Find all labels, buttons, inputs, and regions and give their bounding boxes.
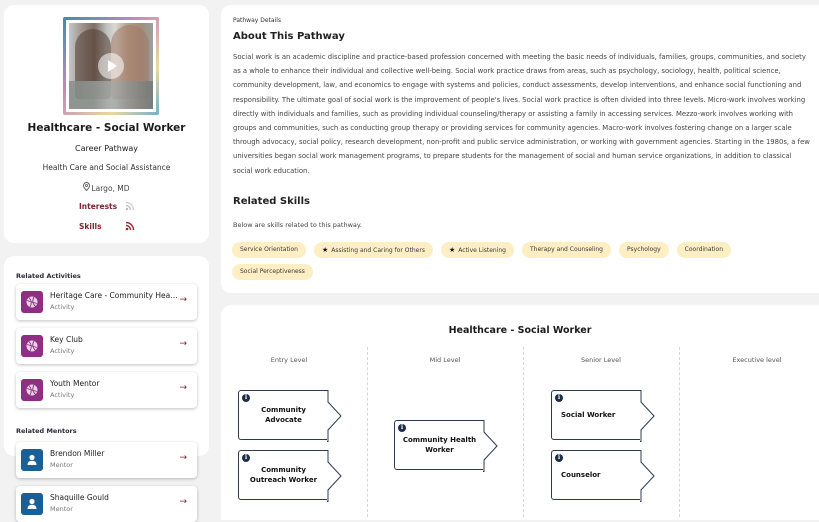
- signal-icon-inactive[interactable]: [125, 201, 135, 213]
- mentor-item[interactable]: Brendon Miller Mentor →: [16, 442, 197, 478]
- job-card[interactable]: i Community Outreach Worker: [238, 450, 342, 502]
- arrow-right-icon[interactable]: →: [179, 295, 187, 305]
- skill-chip[interactable]: Therapy and Counseling: [522, 242, 611, 258]
- level-label-entry: Entry Level: [270, 356, 308, 364]
- skill-chip[interactable]: Service Orientation: [232, 242, 306, 258]
- job-card[interactable]: i Community Health Worker: [394, 420, 498, 472]
- pathway-type: Career Pathway: [74, 144, 139, 153]
- skill-chip[interactable]: Coordination: [676, 242, 732, 258]
- person-icon: [21, 449, 43, 471]
- column-divider: [367, 347, 368, 517]
- play-icon[interactable]: [98, 53, 124, 79]
- job-card[interactable]: i Community Advocate: [238, 390, 342, 442]
- skill-chip[interactable]: Social Perceptiveness: [232, 264, 313, 280]
- activity-title: Heritage Care - Community Heal...: [50, 291, 178, 300]
- activity-item[interactable]: Heritage Care - Community Heal... Activi…: [16, 284, 197, 320]
- info-icon[interactable]: i: [555, 454, 563, 462]
- pathway-title: Healthcare - Social Worker: [27, 122, 186, 134]
- activity-item[interactable]: Key Club Activity →: [16, 328, 197, 364]
- column-divider: [679, 347, 680, 517]
- signal-icon-active[interactable]: [125, 221, 135, 233]
- skill-chip[interactable]: ★ Assisting and Caring for Others: [313, 242, 433, 258]
- interests-label: Interests: [79, 202, 118, 211]
- basketball-icon: [21, 379, 43, 401]
- info-icon[interactable]: i: [242, 454, 250, 462]
- related-skills-description: Below are skills related to this pathway…: [233, 221, 362, 229]
- related-skills-heading: Related Skills: [233, 196, 310, 207]
- mentor-name: Shaquille Gould: [50, 493, 109, 502]
- activity-title: Youth Mentor: [50, 379, 100, 388]
- job-title: Community Advocate: [261, 406, 306, 424]
- activity-type: Activity: [50, 347, 75, 355]
- related-activities-heading: Related Activities: [16, 272, 81, 280]
- skill-chip-list: Service Orientation ★ Assisting and Carin…: [232, 242, 792, 280]
- arrow-right-icon[interactable]: →: [179, 383, 187, 393]
- location-text: Largo, MD: [91, 184, 130, 193]
- pathway-video-thumbnail[interactable]: [63, 17, 159, 115]
- pathway-location: Largo, MD: [4, 182, 209, 193]
- activity-title: Key Club: [50, 335, 83, 344]
- pathway-details-label: Pathway Details: [233, 17, 282, 24]
- basketball-icon: [21, 335, 43, 357]
- level-label-senior: Senior Level: [581, 356, 621, 364]
- arrow-right-icon[interactable]: →: [179, 339, 187, 349]
- job-title: Community Health Worker: [402, 436, 477, 454]
- pathway-profile-card: Healthcare - Social Worker Career Pathwa…: [4, 5, 209, 243]
- info-icon[interactable]: i: [398, 424, 406, 432]
- activity-item[interactable]: Youth Mentor Activity →: [16, 372, 197, 408]
- activity-type: Activity: [50, 391, 75, 399]
- pathway-details-card: Pathway Details About This Pathway Socia…: [221, 5, 819, 293]
- level-label-executive: Executive level: [732, 356, 782, 364]
- about-heading: About This Pathway: [233, 31, 345, 42]
- basketball-icon: [21, 291, 43, 313]
- related-mentors-heading: Related Mentors: [16, 427, 77, 435]
- pathway-industry: Health Care and Social Assistance: [42, 163, 171, 172]
- info-icon[interactable]: i: [242, 394, 250, 402]
- arrow-right-icon[interactable]: →: [179, 453, 187, 463]
- skills-label: Skills: [79, 222, 102, 231]
- job-title: Counselor: [561, 471, 601, 479]
- location-pin-icon: [83, 182, 91, 193]
- about-description: Social work is an academic discipline an…: [233, 53, 810, 175]
- mentor-role: Mentor: [50, 505, 73, 513]
- job-title: Social Worker: [561, 411, 616, 419]
- mentor-name: Brendon Miller: [50, 449, 105, 458]
- star-icon: ★: [321, 246, 329, 254]
- career-pathway-diagram: Healthcare - Social Worker Entry Level M…: [221, 305, 819, 520]
- mentor-role: Mentor: [50, 461, 73, 469]
- column-divider: [523, 347, 524, 517]
- job-card[interactable]: i Counselor: [551, 450, 655, 502]
- level-label-mid: Mid Level: [429, 356, 461, 364]
- job-card[interactable]: i Social Worker: [551, 390, 655, 442]
- skill-chip[interactable]: ★ Active Listening: [440, 242, 514, 258]
- job-title: Community Outreach Worker: [249, 466, 318, 484]
- person-icon: [21, 493, 43, 515]
- star-icon: ★: [448, 246, 456, 254]
- arrow-right-icon[interactable]: →: [179, 497, 187, 507]
- info-icon[interactable]: i: [555, 394, 563, 402]
- mentor-item[interactable]: Shaquille Gould Mentor →: [16, 486, 197, 522]
- pathway-diagram-title: Healthcare - Social Worker: [448, 325, 592, 336]
- skill-chip[interactable]: Psychology: [619, 242, 669, 258]
- activity-type: Activity: [50, 303, 75, 311]
